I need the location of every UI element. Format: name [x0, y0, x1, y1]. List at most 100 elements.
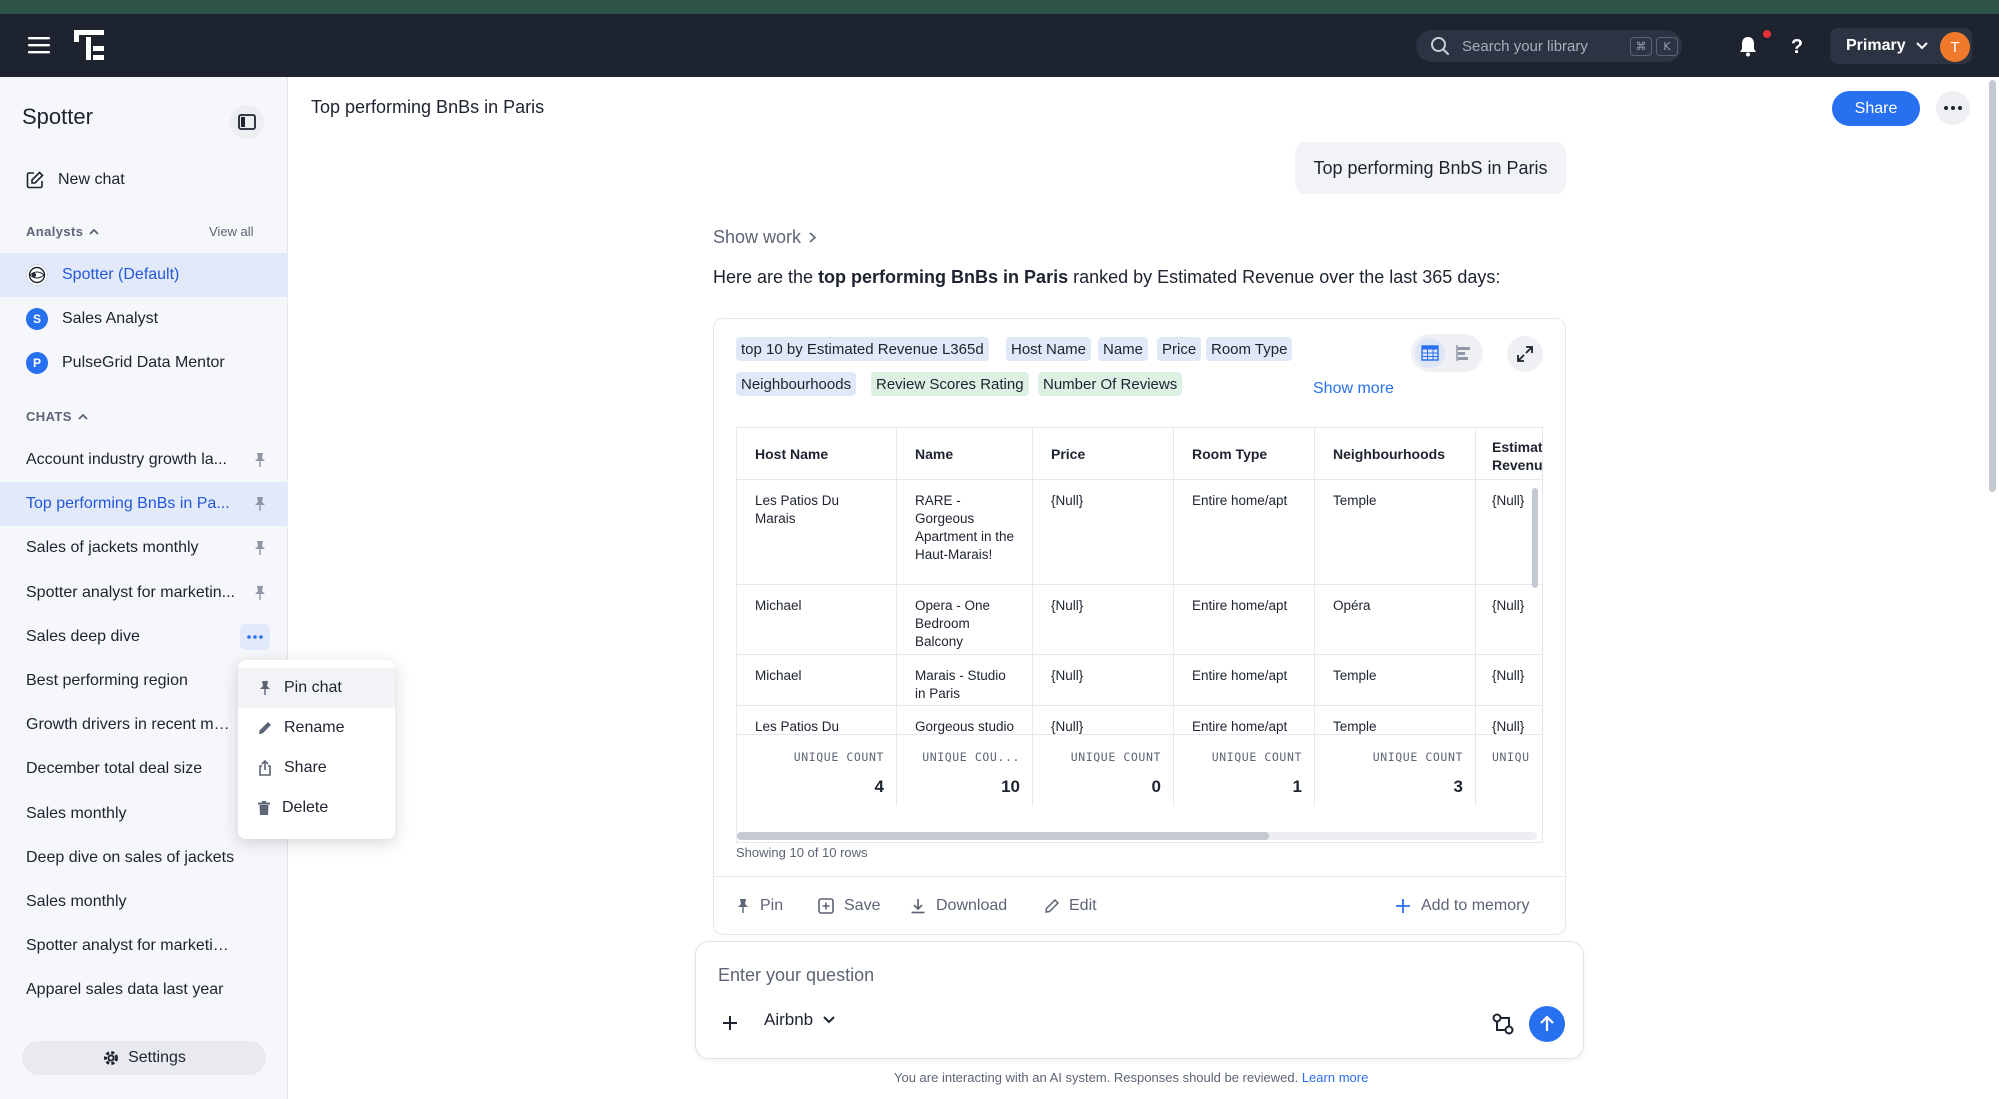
- new-chat-button[interactable]: New chat: [0, 158, 288, 202]
- expand-icon[interactable]: [1507, 336, 1543, 372]
- user-avatar[interactable]: T: [1940, 32, 1970, 62]
- send-button[interactable]: [1529, 1006, 1565, 1042]
- analyst-item-spotter-default[interactable]: Spotter (Default): [0, 253, 288, 297]
- pin-icon[interactable]: [253, 496, 269, 512]
- aggregate-label: UNIQU: [1492, 750, 1530, 764]
- query-chip[interactable]: Name: [1098, 337, 1149, 361]
- chat-item-label: Sales deep dive: [26, 627, 140, 645]
- menu-item-share[interactable]: Share: [238, 748, 395, 788]
- add-memory-label: Add to memory: [1421, 897, 1530, 914]
- search-bar[interactable]: K ⌘: [1416, 30, 1682, 62]
- spotter-globe-icon: [26, 264, 48, 286]
- collapse-sidebar-button[interactable]: [230, 105, 264, 139]
- edit-button[interactable]: Edit: [1045, 891, 1097, 921]
- pin-icon[interactable]: [253, 585, 269, 601]
- column-header[interactable]: Estimat Revenu: [1476, 428, 1542, 479]
- chat-item-label: Sales of jackets monthly: [26, 539, 199, 557]
- query-chip[interactable]: Price: [1157, 337, 1202, 361]
- sidebar-panel-icon: [238, 114, 256, 130]
- share-button[interactable]: Share: [1832, 91, 1920, 126]
- chat-list-item[interactable]: Account industry growth la...: [0, 438, 288, 482]
- chat-list-item[interactable]: Spotter analyst for marketin...: [0, 571, 288, 615]
- chat-item-label: Top performing BnBs in Pa...: [26, 495, 230, 513]
- chat-item-label: December total deal size: [26, 760, 203, 778]
- analyst-item-sales-analyst[interactable]: S Sales Analyst: [0, 297, 288, 341]
- thoughtspot-logo-icon[interactable]: [72, 28, 106, 62]
- add-to-memory-button[interactable]: Add to memory: [1395, 891, 1529, 921]
- question-composer: Airbnb: [695, 941, 1584, 1059]
- query-chip[interactable]: Room Type: [1206, 337, 1293, 361]
- chat-list-item[interactable]: Deep dive on sales of jackets: [0, 836, 288, 880]
- help-icon[interactable]: ?: [1783, 32, 1811, 60]
- query-chip[interactable]: Host Name: [1006, 337, 1092, 361]
- table-row[interactable]: Michael Marais - Studio in Paris {Null} Ent…: [737, 655, 1542, 706]
- menu-item-delete[interactable]: Delete: [238, 788, 395, 828]
- chats-section-header[interactable]: CHATS: [26, 409, 88, 424]
- chat-list-item[interactable]: Spotter analyst for marketing ...: [0, 924, 288, 968]
- pin-button[interactable]: Pin: [736, 891, 783, 921]
- sidebar-title: Spotter: [22, 104, 93, 129]
- intro-suffix: ranked by Estimated Revenue over the las…: [1068, 267, 1501, 287]
- column-header[interactable]: Name: [897, 428, 1033, 479]
- table-horizontal-scroll-thumb[interactable]: [737, 832, 1269, 840]
- table-cell: Opera - One Bedroom Balcony: [897, 585, 1033, 654]
- column-header[interactable]: Room Type: [1174, 428, 1315, 479]
- save-button[interactable]: Save: [818, 891, 880, 921]
- download-button[interactable]: Download: [910, 891, 1007, 921]
- pin-icon[interactable]: [253, 540, 269, 556]
- table-row[interactable]: Les Patios Du Marais RARE - Gorgeous Apar…: [737, 480, 1542, 585]
- column-header[interactable]: Price: [1033, 428, 1174, 479]
- user-message-bubble: Top performing BnbS in Paris: [1295, 142, 1566, 194]
- column-header[interactable]: Host Name: [737, 428, 897, 479]
- pin-icon[interactable]: [253, 452, 269, 468]
- notifications-bell-icon[interactable]: [1736, 34, 1760, 58]
- gear-icon: [104, 1051, 119, 1065]
- data-source-selector[interactable]: Airbnb: [764, 1010, 835, 1030]
- chevron-down-icon: [1915, 42, 1928, 50]
- show-work-toggle[interactable]: Show work: [713, 227, 817, 248]
- chat-list-item[interactable]: Sales monthly: [0, 880, 288, 924]
- answer-card: top 10 by Estimated Revenue L365d Host N…: [713, 318, 1566, 935]
- question-input[interactable]: [718, 960, 1478, 990]
- more-horizontal-icon[interactable]: [240, 623, 270, 650]
- chat-list-item[interactable]: Top performing BnBs in Pa...: [0, 482, 288, 527]
- query-chip[interactable]: Review Scores Rating: [871, 372, 1029, 396]
- search-input[interactable]: [1462, 37, 1642, 55]
- query-chip[interactable]: Number Of Reviews: [1038, 372, 1183, 396]
- chat-list-item[interactable]: Sales deep dive: [0, 615, 288, 659]
- answer-actions-bar: Pin Save Download Edit Add to memory: [714, 876, 1565, 934]
- query-chip[interactable]: top 10 by Estimated Revenue L365d: [736, 337, 989, 361]
- add-attachment-plus-icon[interactable]: [718, 1011, 742, 1035]
- connectors-icon[interactable]: [1490, 1011, 1516, 1037]
- aggregate-value: 3: [1453, 777, 1463, 796]
- more-options-button[interactable]: [1936, 91, 1970, 125]
- column-header[interactable]: Neighbourhoods: [1315, 428, 1476, 479]
- analysts-section-header[interactable]: Analysts: [26, 224, 100, 239]
- chat-list-item[interactable]: Apparel sales data last year: [0, 968, 288, 1012]
- page-title: Top performing BnBs in Paris: [311, 97, 545, 117]
- chat-list-item[interactable]: Sales of jackets monthly: [0, 526, 288, 570]
- table-view-icon[interactable]: [1415, 338, 1445, 368]
- intro-prefix: Here are the: [713, 267, 819, 287]
- menu-item-label: Share: [284, 759, 327, 776]
- table-cell: {Null}: [1492, 598, 1525, 613]
- footer-aggregate: UNIQU: [1476, 735, 1542, 806]
- chat-item-label: Best performing region: [26, 672, 188, 689]
- table-footer-row: UNIQUE COUNT 4 UNIQUE COU... 10 UNIQUE COU…: [737, 734, 1542, 806]
- menu-item-rename[interactable]: Rename: [238, 708, 395, 748]
- learn-more-link[interactable]: Learn more: [1302, 1070, 1368, 1085]
- page-scrollbar[interactable]: [1989, 80, 1996, 492]
- query-chip[interactable]: Neighbourhoods: [736, 372, 857, 396]
- data-source-label: Airbnb: [764, 1010, 814, 1029]
- menu-item-pin-chat[interactable]: Pin chat: [238, 668, 395, 708]
- table-row[interactable]: Michael Opera - One Bedroom Balcony {Null}…: [737, 585, 1542, 655]
- search-icon: [1431, 37, 1449, 55]
- table-cell: {Null}: [1033, 655, 1174, 705]
- view-all-analysts-link[interactable]: View all: [209, 224, 254, 239]
- show-more-link[interactable]: Show more: [1313, 380, 1394, 398]
- hamburger-menu-icon[interactable]: [26, 34, 52, 56]
- analyst-item-pulsegrid[interactable]: P PulseGrid Data Mentor: [0, 341, 288, 385]
- table-cell: Entire home/apt: [1174, 655, 1315, 705]
- bar-chart-view-icon[interactable]: [1449, 338, 1479, 368]
- table-vertical-scrollbar[interactable]: [1532, 488, 1538, 588]
